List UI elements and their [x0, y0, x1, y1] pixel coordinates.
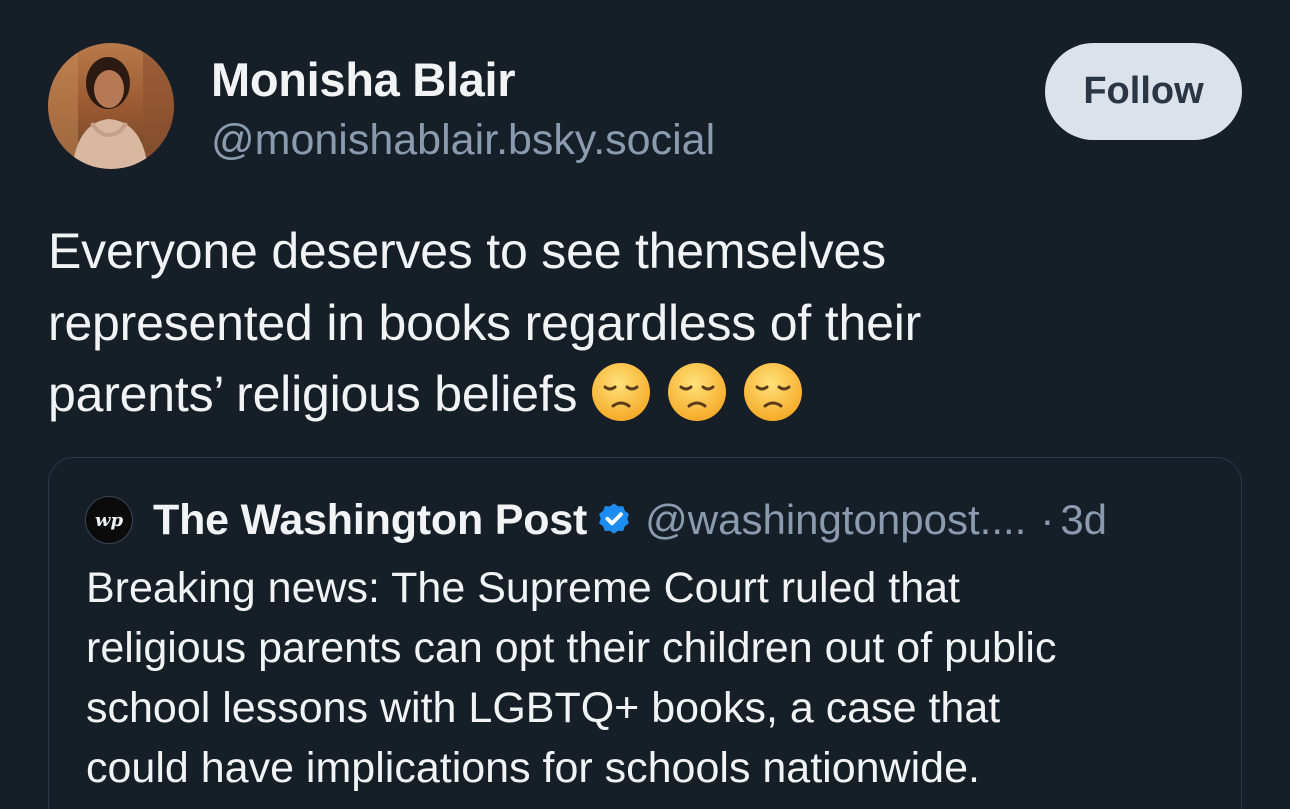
quoted-post-card[interactable]: wp The Washington Post @washingtonpost..…: [48, 457, 1242, 809]
verified-badge-icon: [599, 503, 630, 534]
author-name[interactable]: Monisha Blair: [211, 52, 516, 107]
post-container: Monisha Blair @monishablair.bsky.social …: [0, 0, 1290, 809]
disappointed-face-emoji-icon: [668, 362, 727, 421]
emoji-group: [591, 362, 803, 422]
disappointed-face-emoji-icon: [592, 362, 651, 421]
wp-monogram-text: wp: [95, 510, 123, 531]
separator-dot: ·: [1040, 496, 1055, 543]
quoted-text-line: could have implications for schools nati…: [86, 744, 980, 792]
follow-button[interactable]: Follow: [1045, 43, 1242, 140]
author-avatar[interactable]: [48, 43, 174, 169]
post-text-line: Everyone deserves to see themselves: [48, 223, 886, 279]
disappointed-face-emoji-icon: [744, 362, 803, 421]
quoted-author-handle[interactable]: @washingtonpost....: [645, 496, 1026, 544]
avatar-image: [48, 43, 174, 169]
post-text-fragment: parents’ religious beliefs: [48, 366, 578, 422]
post-text-line: represented in books regardless of their: [48, 294, 922, 351]
quoted-text-line: Breaking news: The Supreme Court ruled t…: [86, 564, 961, 612]
post-text: Everyone deserves to see themselves repr…: [48, 216, 1248, 431]
quoted-post-text: Breaking news: The Supreme Court ruled t…: [86, 558, 1226, 798]
author-handle[interactable]: @monishablair.bsky.social: [211, 116, 715, 165]
post-text-line: parents’ religious beliefs: [48, 359, 1248, 431]
quoted-author-name[interactable]: The Washington Post: [153, 496, 587, 545]
quoted-post-timestamp[interactable]: 3d: [1060, 496, 1107, 544]
quoted-text-line: religious parents can opt their children…: [86, 624, 1057, 672]
quoted-post-header: wp The Washington Post @washingtonpost..…: [85, 492, 1215, 548]
wp-monogram: wp: [95, 510, 123, 531]
washington-post-logo-icon[interactable]: wp: [85, 496, 133, 544]
quoted-text-line: school lessons with LGBTQ+ books, a case…: [86, 684, 1001, 732]
